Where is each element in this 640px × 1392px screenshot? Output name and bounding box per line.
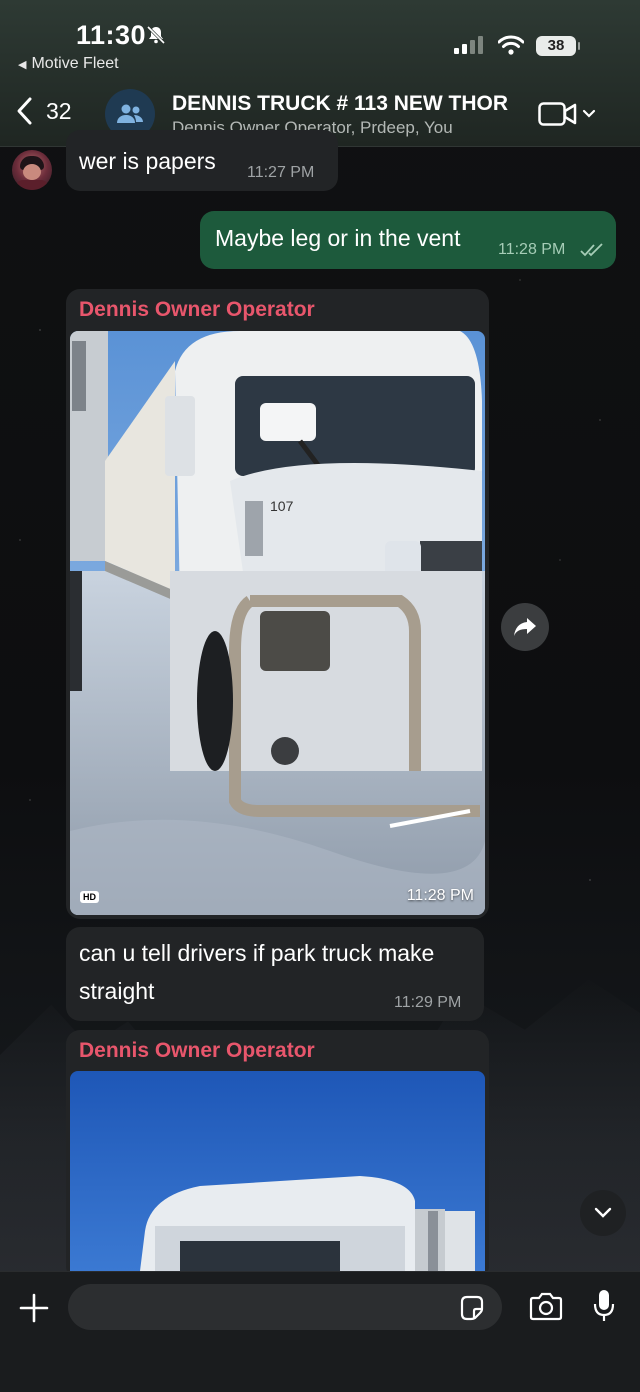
back-button[interactable]: 32 (14, 96, 72, 126)
chevron-left-icon (17, 97, 32, 125)
scroll-to-bottom-button[interactable] (580, 1190, 626, 1236)
bell-slash-icon (146, 25, 166, 45)
unread-count: 32 (46, 97, 72, 124)
forward-button[interactable] (501, 603, 549, 651)
image-time: 11:28 PM (406, 887, 474, 904)
truck-photo[interactable] (70, 1071, 485, 1271)
sender-name: Dennis Owner Operator (79, 298, 315, 321)
plus-icon[interactable] (18, 1292, 50, 1324)
status-time: 11:30 (76, 20, 147, 50)
hd-badge: HD (80, 891, 99, 903)
wifi-icon (498, 35, 524, 55)
video-call-button[interactable] (538, 100, 596, 128)
message-text-line1: can u tell drivers if park truck make (79, 940, 435, 966)
message-time: 11:27 PM (247, 164, 315, 181)
message-bubble[interactable]: wer is papers 11:27 PM (66, 130, 338, 191)
camera-icon[interactable] (528, 1292, 564, 1322)
sender-avatar[interactable] (12, 150, 52, 190)
chevron-down-icon (594, 1207, 612, 1218)
truck-photo[interactable]: 107 HD 11:28 PM (70, 331, 485, 915)
truck-photo-image: 107 (70, 331, 485, 915)
chat-header: 11:30 ◀ Motive Fleet 38 32 DENNIS TRUCK #… (0, 0, 640, 147)
message-bubble-outgoing[interactable]: Maybe leg or in the vent 11:28 PM (200, 211, 616, 269)
microphone-icon[interactable] (592, 1288, 616, 1324)
message-input[interactable] (68, 1284, 502, 1330)
message-text-line2: straight (79, 978, 155, 1004)
message-text: Maybe leg or in the vent (215, 225, 461, 251)
back-to-app-link[interactable]: ◀ Motive Fleet (18, 55, 119, 73)
message-time: 11:28 PM (498, 241, 566, 258)
message-time: 11:29 PM (394, 994, 462, 1011)
message-bubble[interactable]: can u tell drivers if park truck make st… (66, 927, 484, 1021)
sender-name: Dennis Owner Operator (79, 1039, 315, 1062)
read-receipt-icon (580, 243, 603, 257)
back-app-label: Motive Fleet (31, 55, 119, 72)
sticker-icon[interactable] (458, 1294, 486, 1322)
message-input-bar (0, 1271, 640, 1392)
chevron-down-icon (582, 109, 596, 118)
back-triangle-icon: ◀ (18, 59, 27, 71)
video-camera-icon (538, 102, 577, 126)
battery-indicator: 38 (536, 36, 580, 56)
truck-number-text: 107 (270, 498, 294, 514)
forward-icon (514, 618, 536, 636)
group-icon (117, 104, 143, 123)
chat-title[interactable]: DENNIS TRUCK # 113 NEW THOR (172, 92, 508, 116)
cellular-signal-icon (454, 36, 483, 54)
truck-photo-image (70, 1071, 485, 1271)
message-text: wer is papers (79, 148, 216, 174)
